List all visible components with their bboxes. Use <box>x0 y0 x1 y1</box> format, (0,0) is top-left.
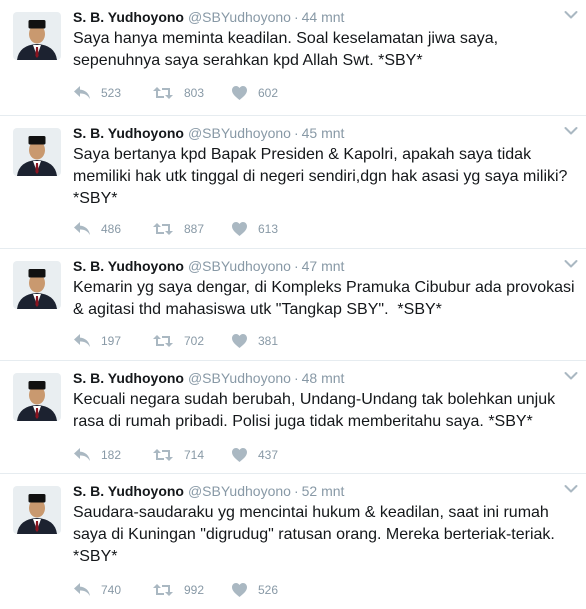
reply-icon <box>74 334 90 347</box>
heart-icon <box>232 334 247 348</box>
tweet-time[interactable]: 52 mnt <box>302 483 345 499</box>
separator-dot: · <box>293 125 299 141</box>
chevron-down-icon[interactable] <box>564 484 578 494</box>
reply-icon <box>74 222 90 235</box>
like-button[interactable]: 602 <box>231 85 310 101</box>
tweet[interactable]: S. B. Yudhoyono @SBYudhoyono · 47 mnt Kemar… <box>0 249 586 361</box>
chevron-down-icon[interactable] <box>564 126 578 136</box>
like-count: 602 <box>258 86 279 100</box>
retweet-count: 702 <box>184 334 205 348</box>
retweet-button[interactable]: 992 <box>152 582 231 598</box>
heart-icon <box>232 222 247 236</box>
retweet-button[interactable]: 702 <box>152 333 231 349</box>
reply-button[interactable]: 182 <box>73 447 152 463</box>
author-handle[interactable]: @SBYudhoyono <box>188 483 291 499</box>
like-count: 381 <box>258 334 279 348</box>
author-name[interactable]: S. B. Yudhoyono <box>73 9 184 25</box>
reply-button[interactable]: 486 <box>73 221 152 237</box>
chevron-down-icon[interactable] <box>564 259 578 269</box>
avatar[interactable] <box>13 486 61 534</box>
heart-icon <box>232 448 247 462</box>
tweet-time[interactable]: 44 mnt <box>302 9 345 25</box>
like-count: 526 <box>258 583 279 597</box>
author-handle[interactable]: @SBYudhoyono <box>188 9 291 25</box>
tweet-header: S. B. Yudhoyono @SBYudhoyono · 52 mnt <box>73 481 344 501</box>
retweet-button[interactable]: 714 <box>152 447 231 463</box>
separator-dot: · <box>293 9 299 25</box>
tweet[interactable]: S. B. Yudhoyono @SBYudhoyono · 45 mnt Saya … <box>0 116 586 249</box>
avatar[interactable] <box>13 12 61 60</box>
retweet-icon <box>153 87 173 99</box>
avatar[interactable] <box>13 128 61 176</box>
tweet-text: Kecuali negara sudah berubah, Undang-Und… <box>73 391 560 430</box>
avatar[interactable] <box>13 261 61 309</box>
tweet-header: S. B. Yudhoyono @SBYudhoyono · 45 mnt <box>73 123 344 143</box>
tweet-time[interactable]: 45 mnt <box>302 125 345 141</box>
tweet[interactable]: S. B. Yudhoyono @SBYudhoyono · 44 mnt Saya … <box>0 0 586 116</box>
tweet-text: Kemarin yg saya dengar, di Kompleks Pram… <box>73 279 580 318</box>
retweet-icon <box>153 335 173 347</box>
tweet-text: Saya hanya meminta keadilan. Soal kesela… <box>73 30 503 69</box>
like-count: 437 <box>258 448 279 462</box>
retweet-count: 714 <box>184 448 205 462</box>
author-handle[interactable]: @SBYudhoyono <box>188 258 291 274</box>
author-handle[interactable]: @SBYudhoyono <box>188 370 291 386</box>
separator-dot: · <box>293 258 299 274</box>
retweet-button[interactable]: 803 <box>152 85 231 101</box>
heart-icon <box>232 86 247 100</box>
reply-count: 740 <box>101 583 122 597</box>
like-button[interactable]: 613 <box>231 221 310 237</box>
retweet-icon <box>153 584 173 596</box>
retweet-count: 992 <box>184 583 205 597</box>
chevron-down-icon[interactable] <box>564 10 578 20</box>
reply-icon <box>74 448 90 461</box>
retweet-icon <box>153 223 173 235</box>
author-name[interactable]: S. B. Yudhoyono <box>73 483 184 499</box>
separator-dot: · <box>293 483 299 499</box>
reply-count: 523 <box>101 86 122 100</box>
retweet-button[interactable]: 887 <box>152 221 231 237</box>
reply-button[interactable]: 523 <box>73 85 152 101</box>
tweet-actions: 523 803 602 <box>73 83 310 103</box>
tweet[interactable]: S. B. Yudhoyono @SBYudhoyono · 52 mnt Sauda… <box>0 474 586 609</box>
like-button[interactable]: 437 <box>231 447 310 463</box>
retweet-icon <box>153 449 173 461</box>
like-button[interactable]: 381 <box>231 333 310 349</box>
retweet-count: 887 <box>184 222 205 236</box>
reply-icon <box>74 583 90 596</box>
author-handle[interactable]: @SBYudhoyono <box>188 125 291 141</box>
tweet-time[interactable]: 47 mnt <box>302 258 345 274</box>
author-name[interactable]: S. B. Yudhoyono <box>73 370 184 386</box>
tweet-header: S. B. Yudhoyono @SBYudhoyono · 48 mnt <box>73 368 344 388</box>
reply-count: 197 <box>101 334 122 348</box>
reply-count: 486 <box>101 222 122 236</box>
reply-button[interactable]: 740 <box>73 582 152 598</box>
tweet-header: S. B. Yudhoyono @SBYudhoyono · 44 mnt <box>73 7 344 27</box>
tweet-text: Saya bertanya kpd Bapak Presiden & Kapol… <box>73 146 572 207</box>
heart-icon <box>232 583 247 597</box>
reply-count: 182 <box>101 448 122 462</box>
like-count: 613 <box>258 222 279 236</box>
avatar[interactable] <box>13 373 61 421</box>
chevron-down-icon[interactable] <box>564 371 578 381</box>
like-button[interactable]: 526 <box>231 582 310 598</box>
tweet-timeline: S. B. Yudhoyono @SBYudhoyono · 44 mnt Saya … <box>0 0 586 609</box>
tweet[interactable]: S. B. Yudhoyono @SBYudhoyono · 48 mnt Kecua… <box>0 361 586 474</box>
separator-dot: · <box>293 370 299 386</box>
tweet-text: Saudara-saudaraku yg mencintai hukum & k… <box>73 504 560 565</box>
author-name[interactable]: S. B. Yudhoyono <box>73 258 184 274</box>
reply-icon <box>74 86 90 99</box>
retweet-count: 803 <box>184 86 205 100</box>
reply-button[interactable]: 197 <box>73 333 152 349</box>
tweet-time[interactable]: 48 mnt <box>302 370 345 386</box>
tweet-actions: 182 714 437 <box>73 445 310 465</box>
tweet-actions: 740 992 526 <box>73 580 310 600</box>
tweet-header: S. B. Yudhoyono @SBYudhoyono · 47 mnt <box>73 256 344 276</box>
author-name[interactable]: S. B. Yudhoyono <box>73 125 184 141</box>
tweet-actions: 197 702 381 <box>73 331 310 351</box>
tweet-actions: 486 887 613 <box>73 219 310 239</box>
